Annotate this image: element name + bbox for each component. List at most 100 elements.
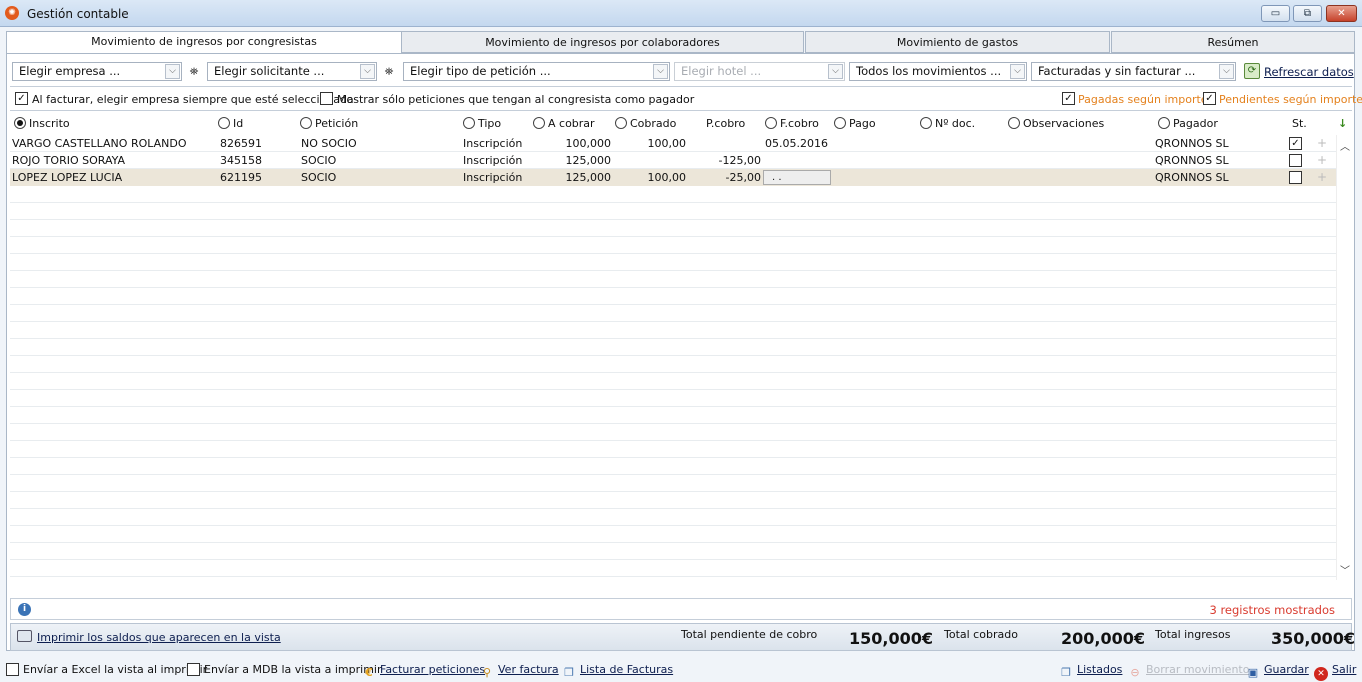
sort-radio-icon[interactable] <box>765 117 777 129</box>
cell-peticion: NO SOCIO <box>301 137 357 150</box>
borrar-movimiento-button: ⊖ Borrar movimiento <box>1128 661 1249 679</box>
scroll-down-icon[interactable]: ﹀ <box>1337 562 1353 577</box>
salir-button[interactable]: ✕ Salir <box>1314 661 1356 681</box>
total-pendiente-value: 150,000€ <box>849 629 934 648</box>
facturadas-select-value: Facturadas y sin facturar ... <box>1038 64 1196 78</box>
pendientes-checkbox[interactable]: ✓ <box>1203 92 1216 105</box>
row-status-checkbox[interactable] <box>1289 171 1302 184</box>
excel-checkbox[interactable] <box>6 663 19 676</box>
sort-radio-icon[interactable] <box>300 117 312 129</box>
sort-radio-icon[interactable] <box>920 117 932 129</box>
data-grid <box>10 135 1336 580</box>
col-p-cobro[interactable]: P.cobro <box>706 117 745 131</box>
col-pagador-label: Pagador <box>1173 117 1218 130</box>
binoculars-icon[interactable]: ⛯ <box>185 63 203 80</box>
cell-inscrito: LOPEZ LOPEZ LUCIA <box>12 171 123 184</box>
sort-radio-icon[interactable] <box>615 117 627 129</box>
listados-button[interactable]: ❐ Listados <box>1059 661 1122 679</box>
pagadas-checkbox[interactable]: ✓ <box>1062 92 1075 105</box>
plus-icon[interactable]: + <box>1317 135 1327 152</box>
arrow-down-icon[interactable]: ↓ <box>1338 117 1347 131</box>
facturar-peticiones-button[interactable]: € Facturar peticiones <box>362 661 485 679</box>
table-row[interactable]: VARGO CASTELLANO ROLANDO 826591 NO SOCIO… <box>10 135 1336 152</box>
mdb-option[interactable]: Envíar a MDB la vista a imprimir <box>187 661 382 678</box>
divider <box>10 110 1352 111</box>
table-row[interactable]: ROJO TORIO SORAYA 345158 SOCIO Inscripci… <box>10 152 1336 169</box>
mostrar-solo-checkbox[interactable] <box>320 92 333 105</box>
tab-ingresos-congresistas[interactable]: Movimiento de ingresos por congresistas <box>6 31 402 54</box>
mdb-checkbox[interactable] <box>187 663 200 676</box>
sort-radio-icon[interactable] <box>14 117 26 129</box>
tab-resumen[interactable]: Resúmen <box>1111 31 1355 53</box>
facturadas-select[interactable]: Facturadas y sin facturar ... ⌵ <box>1031 62 1236 81</box>
scroll-up-icon[interactable]: ︿ <box>1337 138 1353 153</box>
ver-factura-label: Ver factura <box>498 663 559 676</box>
close-button[interactable]: ✕ <box>1326 5 1357 22</box>
col-f-cobro[interactable]: F.cobro <box>765 117 819 131</box>
row-status-checkbox[interactable]: ✓ <box>1289 137 1302 150</box>
print-saldos-link[interactable]: Imprimir los saldos que aparecen en la v… <box>37 631 281 644</box>
chevron-down-icon[interactable]: ⌵ <box>1010 64 1025 79</box>
row-status-checkbox[interactable] <box>1289 154 1302 167</box>
sort-radio-icon[interactable] <box>533 117 545 129</box>
tab-movimiento-gastos[interactable]: Movimiento de gastos <box>805 31 1110 53</box>
vertical-scrollbar[interactable]: ︿ ﹀ <box>1336 135 1352 580</box>
col-n-doc[interactable]: Nº doc. <box>920 117 975 131</box>
col-id[interactable]: Id <box>218 117 243 131</box>
maximize-button[interactable]: ⧉ <box>1293 5 1322 22</box>
lista-facturas-button[interactable]: ❐ Lista de Facturas <box>562 661 674 679</box>
refresh-link[interactable]: Refrescar datos <box>1264 65 1354 79</box>
col-pago[interactable]: Pago <box>834 117 876 131</box>
printer-icon[interactable] <box>17 630 32 642</box>
col-peticion[interactable]: Petición <box>300 117 358 131</box>
total-ingresos-value: 350,000€ <box>1271 629 1356 648</box>
sort-radio-icon[interactable] <box>834 117 846 129</box>
list-icon: ❐ <box>1061 666 1071 679</box>
excel-option[interactable]: Envíar a Excel la vista al imprimir <box>6 661 207 678</box>
minimize-button[interactable]: ▭ <box>1261 5 1290 22</box>
cell-a-cobrar: 100,000 <box>565 137 612 150</box>
col-tipo[interactable]: Tipo <box>463 117 501 131</box>
ver-factura-button[interactable]: ⚲ Ver factura <box>480 661 559 679</box>
table-row-selected[interactable]: LOPEZ LOPEZ LUCIA 621195 SOCIO Inscripci… <box>10 169 1336 186</box>
lista-facturas-label: Lista de Facturas <box>580 663 674 676</box>
sort-radio-icon[interactable] <box>1008 117 1020 129</box>
col-cobrado[interactable]: Cobrado <box>615 117 676 131</box>
solicitante-select-value: Elegir solicitante ... <box>214 64 325 78</box>
binoculars-icon[interactable]: ⛯ <box>380 63 398 80</box>
divider <box>10 86 1352 87</box>
col-observaciones-label: Observaciones <box>1023 117 1105 130</box>
app-icon: ✺ <box>5 6 19 20</box>
chevron-down-icon[interactable]: ⌵ <box>165 64 180 79</box>
guardar-button[interactable]: ▣ Guardar <box>1246 661 1309 679</box>
refresh-icon[interactable]: ⟳ <box>1244 63 1260 79</box>
solicitante-select[interactable]: Elegir solicitante ... ⌵ <box>207 62 377 81</box>
sort-radio-icon[interactable] <box>218 117 230 129</box>
total-cobrado-label: Total cobrado <box>944 628 1018 641</box>
sort-radio-icon[interactable] <box>463 117 475 129</box>
chevron-down-icon[interactable]: ⌵ <box>360 64 375 79</box>
plus-icon[interactable]: + <box>1317 169 1327 186</box>
tipo-peticion-select[interactable]: Elegir tipo de petición ... ⌵ <box>403 62 670 81</box>
info-icon[interactable]: i <box>18 603 31 616</box>
col-pagador[interactable]: Pagador <box>1158 117 1218 131</box>
f-cobro-date-input[interactable]: . . <box>763 170 831 185</box>
movimientos-select[interactable]: Todos los movimientos ... ⌵ <box>849 62 1027 81</box>
col-st[interactable]: St. <box>1292 117 1307 131</box>
cell-inscrito: ROJO TORIO SORAYA <box>12 154 126 167</box>
elegir-empresa-checkbox[interactable]: ✓ <box>15 92 28 105</box>
col-st-label: St. <box>1292 117 1307 130</box>
totals-bar: Imprimir los saldos que aparecen en la v… <box>10 623 1356 651</box>
empresa-select-value: Elegir empresa ... <box>19 64 121 78</box>
chevron-down-icon[interactable]: ⌵ <box>1219 64 1234 79</box>
col-observaciones[interactable]: Observaciones <box>1008 117 1104 131</box>
empresa-select[interactable]: Elegir empresa ... ⌵ <box>12 62 182 81</box>
sort-radio-icon[interactable] <box>1158 117 1170 129</box>
plus-icon[interactable]: + <box>1317 152 1327 169</box>
cell-a-cobrar: 125,000 <box>565 171 612 184</box>
tab-ingresos-colaboradores[interactable]: Movimiento de ingresos por colaboradores <box>401 31 804 53</box>
chevron-down-icon[interactable]: ⌵ <box>653 64 668 79</box>
col-a-cobrar[interactable]: A cobrar <box>533 117 595 131</box>
col-inscrito[interactable]: Inscrito <box>14 117 70 131</box>
euro-icon: € <box>365 666 373 679</box>
